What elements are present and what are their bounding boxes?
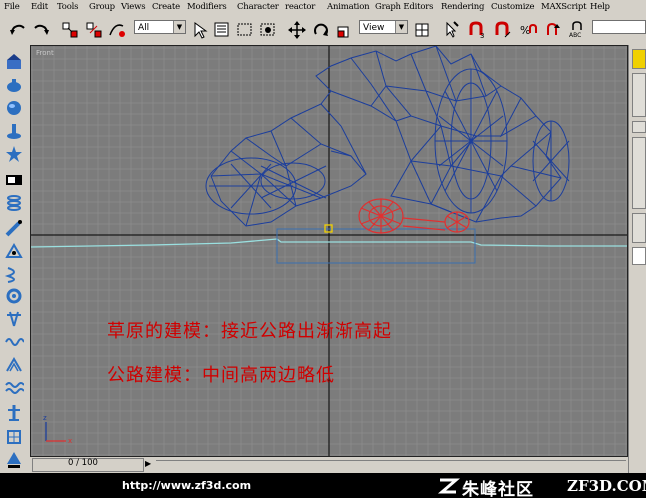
angle-snap-icon[interactable] xyxy=(493,20,513,40)
next-frame-icon[interactable]: ▶ xyxy=(145,459,151,468)
bend-modifier-icon[interactable] xyxy=(4,218,24,238)
svg-text:x: x xyxy=(68,437,72,445)
link-icon[interactable] xyxy=(60,20,80,40)
pivot-icon[interactable] xyxy=(412,20,432,40)
sphere-icon[interactable] xyxy=(4,98,24,118)
select-by-name-icon[interactable] xyxy=(212,20,232,40)
front-viewport[interactable]: z x Front 草原的建模：接近公路出渐渐高起 公路建模：中间高两边略低 xyxy=(30,45,628,457)
road-wireframe-mesh xyxy=(358,198,470,234)
time-slider-label: 0 / 100 xyxy=(68,458,98,468)
wave-modifier-icon[interactable] xyxy=(4,332,25,352)
svg-text:z: z xyxy=(43,414,47,422)
brand-name-english: ZF3D.COM xyxy=(567,477,646,495)
left-tool-strip xyxy=(0,45,30,473)
command-panel-rollout-5[interactable] xyxy=(632,247,646,265)
chevron-down-icon: ▼ xyxy=(173,21,185,33)
reference-coordinate-value: View xyxy=(363,23,385,33)
command-panel-rollout-2[interactable] xyxy=(632,121,646,133)
command-panel-tab[interactable] xyxy=(632,49,646,69)
menu-create[interactable]: Create xyxy=(152,2,180,12)
noise-modifier-icon[interactable] xyxy=(4,378,25,398)
time-slider-bar: 0 / 100 ▶ xyxy=(30,457,628,473)
menu-reactor[interactable]: reactor xyxy=(285,2,315,12)
named-selection-set-field[interactable] xyxy=(592,20,646,34)
command-panel-rollout-3[interactable] xyxy=(632,137,646,209)
menu-customize[interactable]: Customize xyxy=(491,2,535,12)
rect-selection-region-icon[interactable] xyxy=(235,20,255,40)
menu-views[interactable]: Views xyxy=(121,2,146,12)
gear-icon[interactable] xyxy=(4,286,24,306)
menu-group[interactable]: Group xyxy=(89,2,115,12)
brand-name-chinese: 朱峰社区 xyxy=(462,480,534,498)
mirror-modifier-icon[interactable] xyxy=(4,450,24,470)
unlink-icon[interactable] xyxy=(84,20,104,40)
menu-modifiers[interactable]: Modifiers xyxy=(187,2,227,12)
bones-icon[interactable] xyxy=(4,144,24,164)
viewport-scene: z x xyxy=(31,46,627,456)
walkthrough-icon[interactable] xyxy=(4,52,24,72)
twist-icon[interactable] xyxy=(4,264,24,284)
menu-edit[interactable]: Edit xyxy=(31,2,48,12)
svg-text:ABC: ABC xyxy=(569,32,581,39)
edit-named-selection-icon[interactable]: ABC xyxy=(568,20,588,40)
chevron-down-icon: ▼ xyxy=(395,21,407,33)
command-panel-rollout-1[interactable] xyxy=(632,73,646,117)
svg-text:3: 3 xyxy=(480,32,484,40)
select-icon[interactable] xyxy=(190,20,210,40)
menu-graph-editors[interactable]: Graph Editors xyxy=(375,2,433,12)
bind-space-warp-icon[interactable] xyxy=(107,20,127,40)
annotation-grass-modeling: 草原的建模：接近公路出渐渐高起 xyxy=(107,321,392,342)
menu-help[interactable]: Help xyxy=(590,2,610,12)
window-crossing-icon[interactable] xyxy=(258,20,278,40)
svg-text:%: % xyxy=(520,24,530,37)
ffd-icon[interactable] xyxy=(4,309,24,329)
redo-icon[interactable] xyxy=(31,20,51,40)
manipulate-icon[interactable] xyxy=(441,20,461,40)
command-panel-rollout-4[interactable] xyxy=(632,213,646,243)
annotation-road-modeling: 公路建模：中间高两边略低 xyxy=(107,365,335,386)
watermark-bar: http://www.zf3d.com 朱峰社区 ZF3D.COM xyxy=(0,473,646,498)
rotate-icon[interactable] xyxy=(311,20,331,40)
taper-icon[interactable] xyxy=(4,242,24,262)
snap-icon[interactable]: 3 xyxy=(467,20,487,40)
ripple-modifier-icon[interactable] xyxy=(4,355,24,375)
menu-bar: File Edit Tools Group Views Create Modif… xyxy=(0,0,646,16)
percent-snap-icon[interactable]: % xyxy=(518,20,538,40)
move-icon[interactable] xyxy=(287,20,307,40)
menu-file[interactable]: File xyxy=(4,2,20,12)
menu-maxscript[interactable]: MAXScript xyxy=(541,2,587,12)
undo-icon[interactable] xyxy=(8,20,28,40)
spring-icon[interactable] xyxy=(4,193,24,213)
reference-coordinate-dropdown[interactable]: View ▼ xyxy=(359,20,408,34)
menu-animation[interactable]: Animation xyxy=(327,2,370,12)
spinner-snap-icon[interactable] xyxy=(542,20,562,40)
menu-character[interactable]: Character xyxy=(237,2,279,12)
menu-rendering[interactable]: Rendering xyxy=(441,2,484,12)
brand-logo-icon xyxy=(437,478,460,494)
selection-filter-value: All xyxy=(138,23,150,33)
site-url: http://www.zf3d.com xyxy=(122,479,252,492)
command-panel xyxy=(628,45,646,473)
lattice-modifier-icon[interactable] xyxy=(4,427,24,447)
skin-modifier-icon[interactable] xyxy=(4,403,24,423)
menu-tools[interactable]: Tools xyxy=(57,2,79,12)
axis-tripod: z x xyxy=(43,414,72,445)
teapot-icon[interactable] xyxy=(4,75,24,95)
viewport-label[interactable]: Front xyxy=(36,49,54,57)
scale-icon[interactable] xyxy=(335,20,355,40)
main-toolbar: All ▼ View ▼ 3 % ABC xyxy=(0,16,646,46)
timeline-track[interactable] xyxy=(156,460,626,471)
cylinder-icon[interactable] xyxy=(4,121,24,141)
camera-icon[interactable] xyxy=(4,169,24,189)
selection-filter-dropdown[interactable]: All ▼ xyxy=(134,20,186,34)
